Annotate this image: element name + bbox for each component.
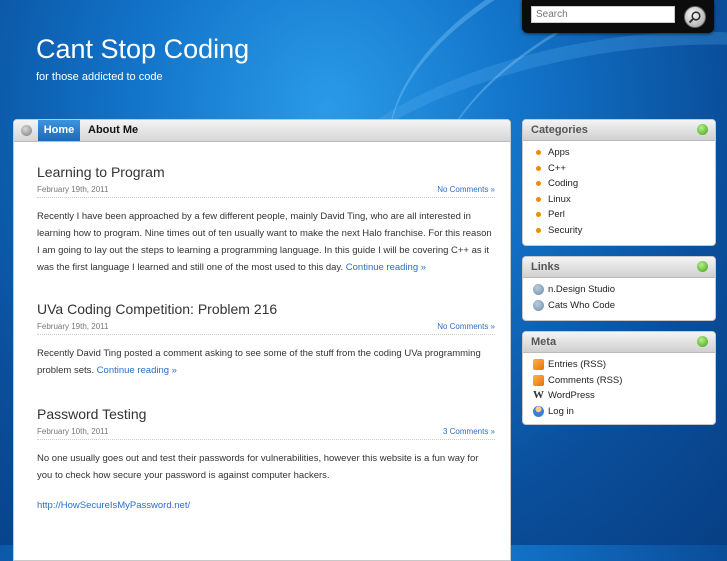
content-panel: Home About Me Learning to Program Februa…: [13, 119, 511, 561]
search-input[interactable]: [531, 6, 675, 23]
post-title[interactable]: Learning to Program: [37, 164, 495, 180]
post: UVa Coding Competition: Problem 216 Febr…: [37, 301, 495, 379]
bullet-icon: [536, 181, 541, 186]
categories-list: Apps C++ Coding Linux Perl Security: [523, 141, 715, 238]
rss-icon: [533, 374, 544, 386]
category-item[interactable]: C++: [523, 161, 715, 177]
link-icon: [533, 299, 544, 311]
link-label: n.Design Studio: [548, 284, 616, 295]
search-bar: [522, 0, 714, 33]
links-list: n.Design Studio Cats Who Code: [523, 278, 715, 313]
category-item[interactable]: Linux: [523, 192, 715, 208]
rss-icon: [533, 359, 544, 370]
post-meta: February 19th, 2011 No Comments »: [37, 185, 495, 198]
post-date: February 10th, 2011: [37, 427, 109, 436]
bullet-icon: [536, 196, 541, 202]
categories-widget: Categories Apps C++ Coding Linux Perl Se…: [522, 119, 716, 246]
category-label: Linux: [548, 193, 571, 205]
nav-dot-icon: [21, 125, 32, 136]
post: Learning to Program February 19th, 2011 …: [37, 164, 495, 276]
search-icon: [688, 11, 701, 24]
comments-link[interactable]: 3 Comments »: [443, 427, 495, 436]
widget-toggle-icon[interactable]: [697, 336, 708, 347]
meta-label: Entries (RSS): [548, 359, 607, 370]
site-tagline: for those addicted to code: [36, 71, 163, 83]
login-icon: [533, 405, 544, 417]
meta-label: Log in: [548, 405, 574, 417]
external-link[interactable]: http://HowSecureIsMyPassword.net/: [37, 500, 190, 511]
link-icon: [533, 284, 544, 295]
bullet-icon: [536, 227, 541, 233]
link-label: Cats Who Code: [548, 299, 616, 311]
widget-title: Categories: [531, 124, 588, 136]
meta-item[interactable]: Entries (RSS): [523, 357, 715, 373]
link-item[interactable]: Cats Who Code: [523, 298, 715, 314]
comments-link[interactable]: No Comments »: [437, 185, 495, 194]
category-item[interactable]: Apps: [523, 145, 715, 161]
category-item[interactable]: Perl: [523, 207, 715, 223]
nav-about-me[interactable]: About Me: [88, 120, 138, 141]
post-title[interactable]: Password Testing: [37, 406, 495, 422]
nav-bar: Home About Me: [14, 120, 510, 142]
bullet-icon: [536, 212, 541, 217]
category-label: Perl: [548, 209, 565, 220]
category-item[interactable]: Security: [523, 223, 715, 239]
post-meta: February 19th, 2011 No Comments »: [37, 322, 495, 335]
category-label: Apps: [548, 147, 570, 158]
link-item[interactable]: n.Design Studio: [523, 282, 715, 298]
meta-item[interactable]: Comments (RSS): [523, 373, 715, 389]
widget-title: Links: [531, 261, 560, 273]
search-button[interactable]: [684, 6, 706, 28]
meta-item[interactable]: W WordPress: [523, 388, 715, 404]
bullet-icon: [536, 150, 541, 155]
widget-toggle-icon[interactable]: [697, 261, 708, 272]
category-label: Security: [548, 224, 583, 236]
meta-widget: Meta Entries (RSS) Comments (RSS) W WordP…: [522, 331, 716, 425]
post-date: February 19th, 2011: [37, 185, 109, 194]
post-title[interactable]: UVa Coding Competition: Problem 216: [37, 301, 495, 317]
post-body: Recently David Ting posted a comment ask…: [37, 345, 495, 379]
meta-item[interactable]: Log in: [523, 404, 715, 420]
category-label: C++: [548, 162, 566, 174]
post-excerpt: No one usually goes out and test their p…: [37, 453, 479, 481]
meta-label: WordPress: [548, 390, 595, 401]
post-link-row: http://HowSecureIsMyPassword.net/: [37, 497, 495, 514]
meta-label: Comments (RSS): [548, 374, 623, 386]
continue-reading-link[interactable]: Continue reading »: [97, 365, 177, 376]
post-body: No one usually goes out and test their p…: [37, 450, 495, 484]
meta-list: Entries (RSS) Comments (RSS) W WordPress …: [523, 353, 715, 419]
post-body: Recently I have been approached by a few…: [37, 208, 495, 276]
site-title[interactable]: Cant Stop Coding: [36, 34, 249, 65]
widget-header: Categories: [523, 120, 715, 141]
widget-title: Meta: [531, 336, 557, 348]
post: Password Testing February 10th, 2011 3 C…: [37, 406, 495, 514]
widget-header: Links: [523, 257, 715, 278]
bullet-icon: [536, 165, 541, 171]
links-widget: Links n.Design Studio Cats Who Code: [522, 256, 716, 321]
widget-toggle-icon[interactable]: [697, 124, 708, 135]
category-item[interactable]: Coding: [523, 176, 715, 192]
comments-link[interactable]: No Comments »: [437, 322, 495, 331]
nav-home[interactable]: Home: [38, 120, 80, 141]
wordpress-icon: W: [533, 389, 544, 401]
category-label: Coding: [548, 178, 579, 189]
continue-reading-link[interactable]: Continue reading »: [346, 262, 426, 273]
post-date: February 19th, 2011: [37, 322, 109, 331]
post-meta: February 10th, 2011 3 Comments »: [37, 427, 495, 440]
widget-header: Meta: [523, 332, 715, 353]
